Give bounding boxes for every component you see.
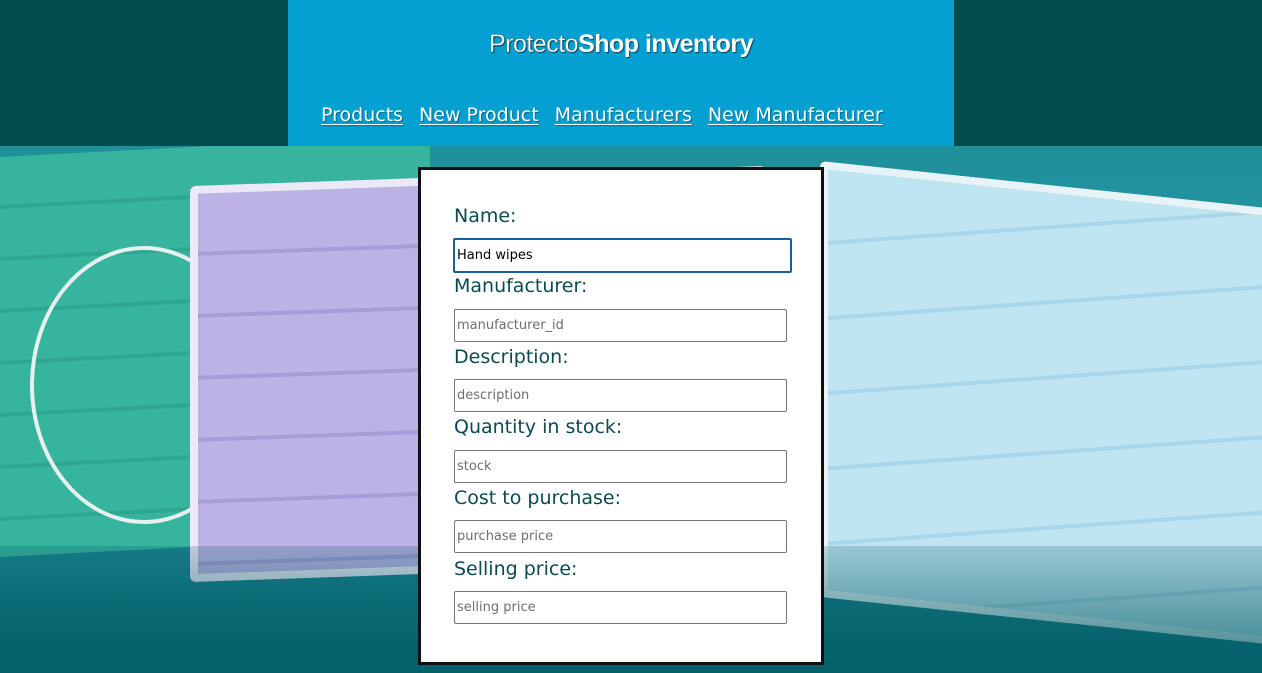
manufacturer-label: Manufacturer: [454,275,588,297]
description-input[interactable] [454,379,787,412]
logo-bold-text: Shop inventory [578,30,754,58]
name-input[interactable] [453,238,792,273]
nav-link-new-product[interactable]: New Product [419,104,539,126]
new-product-form: Name: Manufacturer: Description: Quantit… [418,167,824,665]
nav-link-products[interactable]: Products [321,104,403,126]
description-label: Description: [454,346,569,368]
main-nav: Products New Product Manufacturers New M… [321,104,883,126]
name-label: Name: [454,205,517,227]
selling-price-input[interactable] [454,591,787,624]
manufacturer-input[interactable] [454,309,787,342]
stock-input[interactable] [454,450,787,483]
purchase-price-input[interactable] [454,520,787,553]
site-header: ProtectoShop inventory Products New Prod… [288,0,954,146]
stock-label: Quantity in stock: [454,416,623,438]
page: ProtectoShop inventory Products New Prod… [0,0,1262,673]
site-logo: ProtectoShop inventory [288,30,954,59]
selling-price-label: Selling price: [454,558,578,580]
purchase-price-label: Cost to purchase: [454,487,622,509]
nav-link-new-manufacturer[interactable]: New Manufacturer [708,104,883,126]
logo-light-text: Protecto [488,30,579,58]
nav-link-manufacturers[interactable]: Manufacturers [555,104,692,126]
